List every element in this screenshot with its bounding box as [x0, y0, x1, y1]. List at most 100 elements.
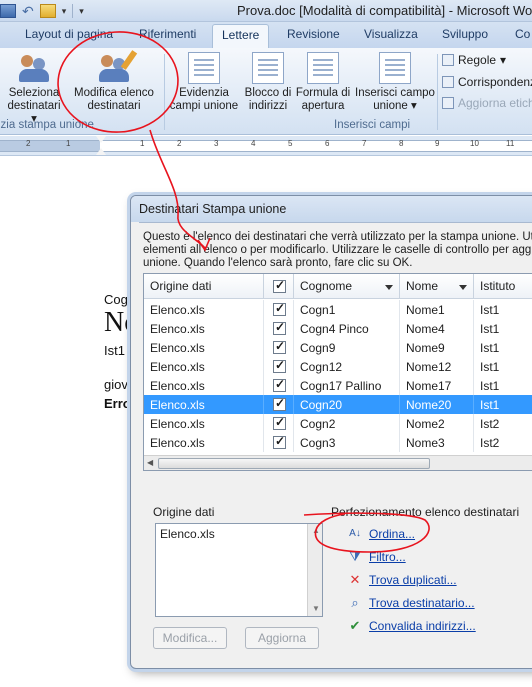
chevron-down-icon[interactable]: ▾: [62, 6, 67, 17]
regole-button[interactable]: Regole ▾: [442, 53, 506, 67]
dialog-title: Destinatari Stampa unione: [131, 196, 532, 222]
row-checkbox[interactable]: [273, 358, 286, 373]
ruler[interactable]: 2 1 1 2 3 4 5 6 7 8 9 10 11: [0, 136, 532, 156]
aggiorna-button[interactable]: Aggiorna: [245, 627, 319, 649]
row-checkbox[interactable]: [273, 339, 286, 354]
table-row[interactable]: Elenco.xls Cogn12Nome12Ist1: [144, 357, 532, 376]
seleziona-destinatari-button[interactable]: Seleziona destinatari ▾: [6, 52, 62, 126]
cell-origine: Elenco.xls: [144, 395, 264, 414]
row-checkbox[interactable]: [273, 434, 286, 449]
cell-istituto: Ist1: [474, 357, 532, 376]
ribbon-lettere: Seleziona destinatari ▾ Modifica elenco …: [0, 48, 532, 135]
cell-nome: Nome1: [400, 300, 474, 319]
ruler-tick: 1: [140, 139, 145, 148]
sort-icon: A↓: [349, 528, 361, 539]
modifica-elenco-destinatari-button[interactable]: Modifica elenco destinatari: [70, 52, 158, 113]
cell-checkbox: [264, 433, 294, 452]
customize-toolbar-icon[interactable]: ▾: [79, 6, 84, 17]
ruler-tick: 1: [66, 139, 71, 148]
ruler-tick: 3: [214, 139, 219, 148]
recipients-table: Origine dati Cognome Nome Istituto Elenc…: [143, 273, 532, 471]
column-header-nome[interactable]: Nome: [400, 274, 474, 299]
cell-istituto: Ist1: [474, 338, 532, 357]
doc-error-text: Erro: [104, 396, 131, 411]
inserisci-campo-unione-button[interactable]: Inserisci campo unione ▾: [353, 52, 437, 113]
cell-istituto: Ist1: [474, 376, 532, 395]
table-row[interactable]: Elenco.xls Cogn4 PincoNome4Ist1: [144, 319, 532, 338]
scrollbar-thumb[interactable]: [158, 458, 430, 469]
open-folder-icon[interactable]: [39, 4, 56, 18]
table-row[interactable]: Elenco.xls Cogn3Nome3Ist2: [144, 433, 532, 452]
trova-duplicati-link[interactable]: Trova duplicati...: [369, 573, 457, 587]
column-header-origine-dati[interactable]: Origine dati: [144, 274, 264, 299]
corrispondenze-button[interactable]: Corrispondenze: [442, 75, 532, 89]
scroll-down-icon[interactable]: ▼: [312, 604, 320, 613]
list-item[interactable]: Elenco.xls: [160, 527, 215, 541]
column-header-checkbox[interactable]: [264, 274, 294, 299]
select-all-checkbox[interactable]: [273, 278, 286, 293]
column-header-istituto[interactable]: Istituto: [474, 274, 532, 299]
perfezionamento-label: Perfezionamento elenco destinatari: [331, 505, 520, 519]
dialog-body: Questo è l'elenco dei destinatari che ve…: [139, 222, 532, 660]
ruler-tick: 4: [251, 139, 256, 148]
tab-layout-di-pagina[interactable]: Layout di pagina: [25, 27, 113, 41]
chevron-down-icon[interactable]: [459, 285, 467, 290]
trova-destinatario-link[interactable]: Trova destinatario...: [369, 596, 475, 610]
table-row[interactable]: Elenco.xls Cogn20Nome20Ist1: [144, 395, 532, 414]
row-checkbox[interactable]: [273, 396, 286, 411]
scroll-up-icon[interactable]: ▲: [312, 526, 320, 535]
remove-duplicates-icon: ✕: [349, 572, 361, 587]
tab-sviluppo[interactable]: Sviluppo: [442, 27, 488, 41]
title-bar: ↶ ▾ ▾ Prova.doc [Modalità di compatibili…: [0, 0, 532, 22]
convalida-indirizzi-link[interactable]: Convalida indirizzi...: [369, 619, 476, 633]
column-header-cognome[interactable]: Cognome: [294, 274, 400, 299]
cell-istituto: Ist2: [474, 433, 532, 452]
rules-icon: [442, 54, 454, 66]
tab-componenti[interactable]: Co: [515, 27, 530, 41]
tab-lettere[interactable]: Lettere: [212, 24, 270, 48]
undo-icon[interactable]: ↶: [22, 4, 34, 18]
indent-marker[interactable]: [96, 136, 106, 155]
ordina-link[interactable]: Ordina...: [369, 527, 415, 541]
cell-origine: Elenco.xls: [144, 338, 264, 357]
row-checkbox[interactable]: [273, 415, 286, 430]
horizontal-scrollbar[interactable]: ◀: [144, 455, 532, 470]
origine-dati-list[interactable]: Elenco.xls ▲ ▼: [155, 523, 323, 617]
chevron-down-icon[interactable]: [385, 285, 393, 290]
aggiorna-etichette-button[interactable]: Aggiorna etich: [442, 96, 532, 110]
tab-visualizza[interactable]: Visualizza: [364, 27, 418, 41]
table-row[interactable]: Elenco.xls Cogn1Nome1Ist1: [144, 300, 532, 319]
tab-riferimenti[interactable]: Riferimenti: [139, 27, 196, 41]
modifica-button[interactable]: Modifica...: [153, 627, 227, 649]
highlight-fields-icon: [188, 52, 220, 84]
cell-origine: Elenco.xls: [144, 357, 264, 376]
cell-cognome: Cogn9: [294, 338, 400, 357]
cell-nome: Nome12: [400, 357, 474, 376]
cell-cognome: Cogn12: [294, 357, 400, 376]
cell-istituto: Ist2: [474, 414, 532, 433]
scroll-left-icon[interactable]: ◀: [147, 458, 153, 467]
blocco-di-indirizzi-button[interactable]: Blocco di indirizzi: [242, 52, 294, 113]
cell-checkbox: [264, 300, 294, 319]
cell-checkbox: [264, 376, 294, 395]
tab-revisione[interactable]: Revisione: [287, 27, 340, 41]
row-checkbox[interactable]: [273, 320, 286, 335]
table-row[interactable]: Elenco.xls Cogn2Nome2Ist2: [144, 414, 532, 433]
vertical-scrollbar[interactable]: ▲ ▼: [307, 524, 322, 616]
ruler-tick: 9: [435, 139, 440, 148]
cell-nome: Nome9: [400, 338, 474, 357]
evidenzia-campi-unione-button[interactable]: Evidenzia campi unione: [168, 52, 240, 113]
row-checkbox[interactable]: [273, 377, 286, 392]
cell-nome: Nome3: [400, 433, 474, 452]
cell-cognome: Cogn3: [294, 433, 400, 452]
window-title: Prova.doc [Modalità di compatibilità] - …: [237, 3, 532, 18]
table-row[interactable]: Elenco.xls Cogn17 PallinoNome17Ist1: [144, 376, 532, 395]
row-checkbox[interactable]: [273, 301, 286, 316]
cell-cognome: Cogn4 Pinco: [294, 319, 400, 338]
cell-istituto: Ist1: [474, 319, 532, 338]
table-row[interactable]: Elenco.xls Cogn9Nome9Ist1: [144, 338, 532, 357]
filtro-link[interactable]: Filtro...: [369, 550, 406, 564]
match-fields-icon: [442, 76, 454, 88]
save-icon[interactable]: [0, 4, 16, 18]
formula-di-apertura-button[interactable]: Formula di apertura: [295, 52, 351, 113]
